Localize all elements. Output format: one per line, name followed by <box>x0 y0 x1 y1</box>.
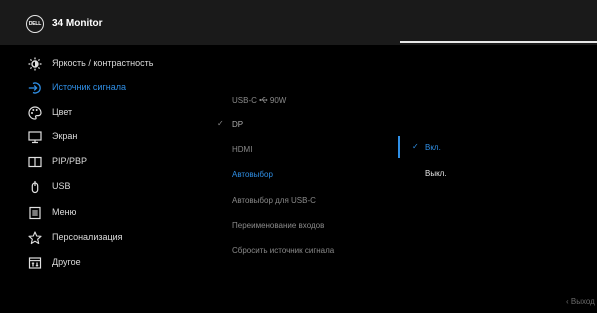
option-hdmi[interactable]: HDMI <box>215 139 395 159</box>
menu-label: Персонализация <box>52 232 123 242</box>
menu-item-color[interactable]: Цвет <box>0 101 210 125</box>
menu-item-menu[interactable]: Меню <box>0 201 210 225</box>
option-usb-c-label: USB-C 90W <box>232 96 286 105</box>
chevron-left-icon: ‹ <box>566 297 569 306</box>
usb-symbol-icon <box>259 97 268 103</box>
header-underline <box>400 41 597 43</box>
submenu-option-off[interactable]: Выкл. <box>400 162 580 184</box>
option-usb-c[interactable]: USB-C 90W <box>215 90 395 110</box>
option-auto-select-usb-c[interactable]: Автовыбор для USB-C <box>215 190 395 210</box>
star-icon <box>28 231 42 245</box>
menu-item-other[interactable]: Другое <box>0 251 210 275</box>
menu-item-pip-pbp[interactable]: PIP/PBP <box>0 150 210 174</box>
color-palette-icon <box>28 106 42 120</box>
option-label: Сбросить источник сигнала <box>232 246 335 255</box>
menu-label: USB <box>52 181 71 191</box>
brightness-icon <box>28 57 42 71</box>
dell-logo: DELL <box>26 15 44 33</box>
check-icon: ✓ <box>412 142 419 151</box>
other-icon <box>28 256 42 270</box>
option-auto-select[interactable]: Автовыбор <box>215 164 395 184</box>
menu-label: Экран <box>52 131 78 141</box>
usb-c-power-text: 90W <box>269 96 287 105</box>
option-label: DP <box>232 120 244 129</box>
menu-item-display[interactable]: Экран <box>0 125 210 149</box>
menu-item-usb[interactable]: USB <box>0 175 210 199</box>
option-label: HDMI <box>232 145 253 154</box>
menu-list-icon <box>28 206 42 220</box>
pip-pbp-icon <box>28 155 42 169</box>
menu-label: Яркость / контрастность <box>52 58 154 68</box>
monitor-model-title: 34 Monitor <box>52 18 103 29</box>
submenu-label: Вкл. <box>425 143 441 152</box>
display-icon <box>28 130 42 144</box>
menu-label: Цвет <box>52 107 73 117</box>
osd-header: DELL 34 Monitor <box>0 0 597 45</box>
option-rename-inputs[interactable]: Переименование входов <box>215 215 395 235</box>
menu-item-brightness-contrast[interactable]: Яркость / контрастность <box>0 52 210 76</box>
option-label: Автовыбор для USB-C <box>232 196 316 205</box>
check-icon: ✓ <box>217 119 224 128</box>
menu-label: Другое <box>52 257 81 267</box>
menu-label: PIP/PBP <box>52 156 88 166</box>
exit-label: Выход <box>570 297 595 306</box>
monitor-osd: DELL 34 Monitor Яркость / контрастность … <box>0 0 597 313</box>
menu-label: Меню <box>52 207 77 217</box>
option-reset-input-source[interactable]: Сбросить источник сигнала <box>215 240 395 260</box>
menu-item-input-source[interactable]: Источник сигнала <box>0 76 210 100</box>
option-label: Автовыбор <box>232 170 273 179</box>
input-source-icon <box>28 81 42 95</box>
submenu-label: Выкл. <box>425 169 447 178</box>
option-dp[interactable]: ✓ DP <box>215 114 395 134</box>
usb-c-text: USB-C <box>232 96 257 105</box>
option-label: Переименование входов <box>232 221 325 230</box>
exit-button[interactable]: ‹ Выход <box>566 297 595 306</box>
menu-item-personalize[interactable]: Персонализация <box>0 226 210 250</box>
usb-icon <box>28 180 42 194</box>
submenu-option-on[interactable]: ✓ Вкл. <box>400 136 580 158</box>
menu-label: Источник сигнала <box>52 82 126 92</box>
